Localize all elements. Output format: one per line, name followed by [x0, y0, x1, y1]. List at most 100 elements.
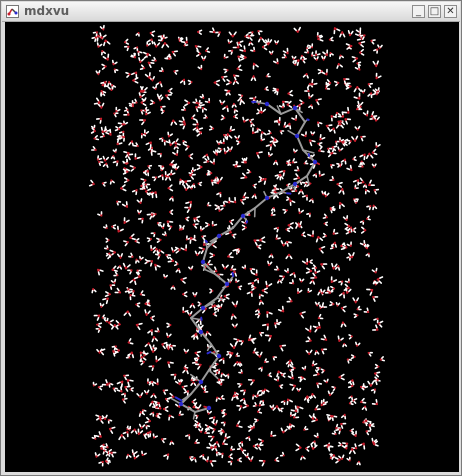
water-bond — [113, 156, 116, 160]
water-bond — [276, 175, 280, 180]
water-bond — [250, 42, 254, 46]
water-bond — [284, 269, 288, 273]
water-bond — [182, 125, 185, 130]
water-bond — [103, 318, 107, 322]
water-bond — [357, 125, 361, 129]
water-bond — [298, 278, 302, 282]
molecular-scene[interactable] — [5, 22, 459, 472]
water-bond — [254, 443, 259, 446]
water-bond — [370, 154, 374, 159]
water-bond — [184, 291, 188, 295]
water-bond — [333, 80, 338, 84]
water-bond — [130, 389, 134, 392]
water-bond — [125, 106, 128, 110]
water-bond — [306, 448, 310, 452]
water-bond — [221, 263, 225, 268]
water-bond — [171, 441, 175, 445]
water-bond — [338, 293, 343, 297]
water-bond — [358, 88, 362, 92]
water-bond — [334, 266, 338, 270]
water-bond — [139, 358, 142, 363]
water-bond — [171, 140, 176, 145]
water-bond — [138, 423, 142, 428]
water-bond — [146, 389, 150, 394]
water-bond — [147, 39, 151, 43]
water-bond — [101, 63, 105, 67]
water-bond — [96, 97, 100, 102]
water-bond — [225, 82, 230, 86]
water-bond — [217, 147, 221, 150]
water-bond — [241, 157, 245, 162]
water-bond — [374, 191, 377, 195]
water-bond — [176, 143, 181, 146]
water-bond — [239, 398, 244, 402]
water-bond — [189, 457, 193, 461]
water-bond — [291, 372, 294, 377]
water-bond — [180, 379, 184, 383]
water-bond — [269, 140, 274, 143]
water-bond — [247, 456, 251, 461]
close-button[interactable]: ✕ — [444, 5, 457, 18]
water-bond — [170, 209, 174, 212]
molecule-viewport[interactable] — [5, 22, 459, 472]
water-bond — [371, 437, 374, 442]
water-bond — [360, 226, 365, 230]
water-bond — [195, 98, 198, 102]
water-bond — [123, 240, 127, 243]
water-bond — [314, 351, 317, 356]
water-bond — [109, 419, 113, 422]
water-bond — [184, 103, 188, 107]
water-bond — [230, 222, 234, 226]
water-bond — [91, 436, 95, 440]
water-bond — [93, 102, 98, 105]
water-bond — [323, 334, 327, 339]
water-bond — [329, 303, 333, 307]
water-bond — [125, 154, 129, 158]
water-bond — [153, 56, 156, 61]
water-bond — [106, 164, 109, 168]
water-bond — [312, 360, 315, 365]
water-bond — [275, 194, 279, 199]
water-bond — [246, 36, 250, 39]
water-bond — [376, 116, 380, 120]
title-bar[interactable]: mdxvu _ □ ✕ — [2, 2, 460, 22]
water-bond — [237, 420, 241, 425]
water-bond — [251, 272, 256, 275]
water-bond — [226, 149, 230, 153]
water-bond — [102, 155, 105, 160]
maximize-button[interactable]: □ — [428, 5, 441, 18]
water-bond — [230, 51, 233, 55]
water-bond — [337, 444, 341, 447]
nitrogen-atom — [206, 405, 212, 411]
water-bond — [371, 163, 375, 167]
minimize-button[interactable]: _ — [412, 5, 425, 18]
water-bond — [147, 310, 151, 314]
water-bond — [185, 201, 190, 204]
water-bond — [148, 382, 152, 386]
water-bond — [117, 108, 121, 112]
water-bond — [228, 225, 231, 229]
water-bond — [257, 154, 260, 159]
water-bond — [170, 415, 175, 419]
water-bond — [112, 161, 117, 164]
water-bond — [375, 374, 380, 378]
water-bond — [286, 243, 289, 247]
water-bond — [329, 129, 333, 133]
water-bond — [143, 433, 148, 437]
water-bond — [190, 153, 194, 156]
water-bond — [147, 42, 151, 46]
water-bond — [218, 380, 221, 385]
water-bond — [201, 227, 205, 231]
water-bond — [176, 165, 180, 169]
water-bond — [316, 351, 320, 355]
water-bond — [375, 281, 379, 285]
water-bond — [124, 376, 127, 381]
water-bond — [261, 391, 264, 395]
water-bond — [222, 106, 226, 110]
water-bond — [312, 264, 316, 268]
water-bond — [204, 388, 207, 392]
water-bond — [240, 54, 245, 58]
water-bond — [216, 178, 219, 182]
water-bond — [317, 321, 321, 327]
water-bond — [147, 148, 152, 151]
